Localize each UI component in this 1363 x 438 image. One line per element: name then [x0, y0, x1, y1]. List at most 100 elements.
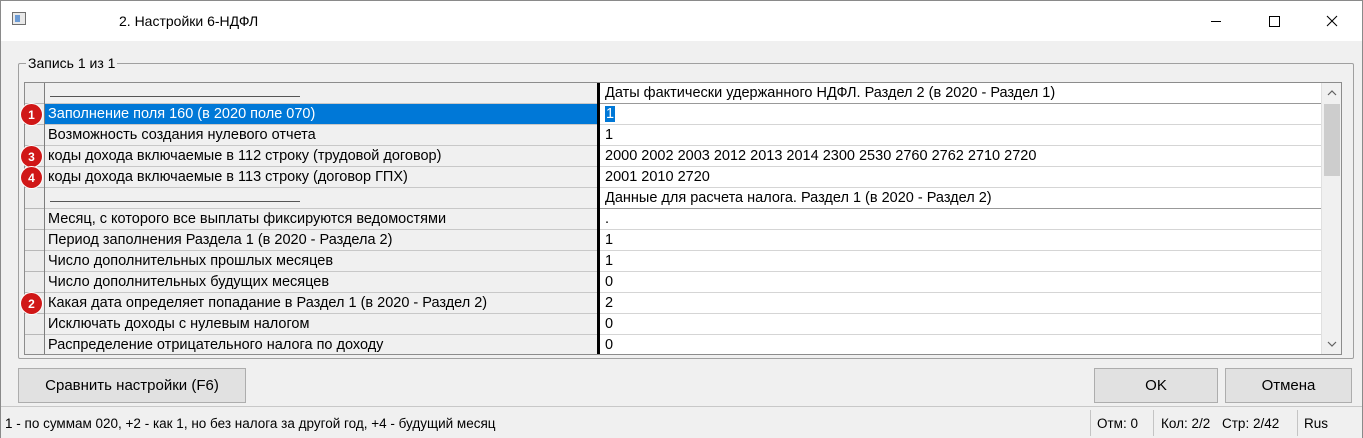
column-separator[interactable] — [597, 83, 600, 354]
minimize-icon — [1211, 21, 1221, 22]
row-header-cell[interactable] — [25, 251, 44, 272]
close-icon — [1326, 15, 1338, 27]
setting-value: 0 — [605, 337, 614, 353]
section-title: Даты фактически удержанного НДФЛ. Раздел… — [605, 85, 1056, 101]
setting-label: коды дохода включаемые в 113 строку (дог… — [48, 169, 408, 185]
section-title-cell[interactable]: Даты фактически удержанного НДФЛ. Раздел… — [598, 83, 1321, 104]
scrollbar-thumb[interactable] — [1324, 104, 1340, 176]
grid-row[interactable]: Исключать доходы с нулевым налогом 0 — [45, 314, 1321, 335]
title-bar[interactable]: 2. Настройки 6-НДФЛ — [1, 1, 1362, 41]
section-title-cell[interactable]: Данные для расчета налога. Раздел 1 (в 2… — [598, 188, 1321, 209]
setting-value-cell[interactable]: 2001 2010 2720 — [598, 167, 1321, 188]
section-divider-line — [50, 201, 300, 202]
setting-value-cell[interactable]: 0 — [598, 335, 1321, 354]
setting-value-cell[interactable]: 1 — [598, 125, 1321, 146]
grid-row[interactable]: Число дополнительных будущих месяцев 0 — [45, 272, 1321, 293]
minimize-button[interactable] — [1187, 1, 1245, 41]
grid-section-header-row[interactable]: Данные для расчета налога. Раздел 1 (в 2… — [45, 188, 1321, 209]
setting-label-cell[interactable]: Распределение отрицательного налога по д… — [45, 335, 597, 354]
app-icon[interactable] — [12, 12, 26, 25]
maximize-icon — [1269, 16, 1280, 27]
row-header-cell[interactable] — [25, 314, 44, 335]
status-bar: 1 - по суммам 020, +2 - как 1, но без на… — [1, 406, 1362, 438]
section-title: Данные для расчета налога. Раздел 1 (в 2… — [605, 190, 992, 206]
setting-label-cell[interactable]: Число дополнительных будущих месяцев — [45, 272, 597, 293]
setting-label: коды дохода включаемые в 112 строку (тру… — [48, 148, 442, 164]
setting-label-cell[interactable] — [45, 83, 597, 104]
setting-label-cell[interactable]: Возможность создания нулевого отчета — [45, 125, 597, 146]
annotation-marker: 3 — [21, 146, 42, 167]
scroll-down-button[interactable] — [1322, 335, 1341, 353]
grid-row[interactable]: коды дохода включаемые в 113 строку (дог… — [45, 167, 1321, 188]
setting-label-cell[interactable]: Исключать доходы с нулевым налогом — [45, 314, 597, 335]
setting-value: . — [605, 211, 610, 227]
status-marked: Отм: 0 — [1097, 415, 1138, 431]
setting-label-cell[interactable]: Месяц, с которого все выплаты фиксируютс… — [45, 209, 597, 230]
annotation-marker: 4 — [21, 167, 42, 188]
scroll-up-button[interactable] — [1322, 84, 1341, 102]
setting-value: 1 — [605, 253, 614, 269]
row-header-cell[interactable] — [25, 230, 44, 251]
settings-window: 2. Настройки 6-НДФЛ Запись 1 из 1 Даты ф… — [0, 0, 1363, 438]
setting-label-cell[interactable]: Заполнение поля 160 (в 2020 поле 070) — [45, 104, 597, 125]
close-button[interactable] — [1303, 1, 1361, 41]
status-row: Стр: 2/42 — [1222, 415, 1280, 431]
status-column: Кол: 2/2 — [1161, 415, 1211, 431]
section-divider-line — [50, 96, 300, 97]
row-header-cell[interactable] — [25, 188, 44, 209]
settings-grid[interactable]: Даты фактически удержанного НДФЛ. Раздел… — [24, 82, 1342, 355]
row-header-cell[interactable] — [25, 272, 44, 293]
setting-value: 1 — [605, 232, 614, 248]
setting-label-cell[interactable]: Число дополнительных прошлых месяцев — [45, 251, 597, 272]
row-header-cell[interactable] — [25, 335, 44, 354]
row-header-cell[interactable] — [25, 125, 44, 146]
setting-value-cell[interactable]: 2 — [598, 293, 1321, 314]
setting-label: Число дополнительных прошлых месяцев — [48, 253, 334, 269]
setting-value: 0 — [605, 316, 614, 332]
vertical-scrollbar[interactable] — [1321, 83, 1341, 354]
row-header-cell[interactable] — [25, 83, 44, 104]
grid-row[interactable]: Возможность создания нулевого отчета 1 — [45, 125, 1321, 146]
setting-label-cell[interactable]: Какая дата определяет попадание в Раздел… — [45, 293, 597, 314]
setting-value: 2000 2002 2003 2012 2013 2014 2300 2530 … — [605, 148, 1037, 164]
annotation-marker: 1 — [21, 104, 42, 125]
setting-label-cell[interactable]: Период заполнения Раздела 1 (в 2020 - Ра… — [45, 230, 597, 251]
window-title: 2. Настройки 6-НДФЛ — [119, 13, 259, 29]
compare-settings-button[interactable]: Сравнить настройки (F6) — [18, 368, 246, 403]
setting-label: Число дополнительных будущих месяцев — [48, 274, 330, 290]
setting-value-cell[interactable]: 1 — [598, 230, 1321, 251]
annotation-marker: 2 — [21, 293, 42, 314]
setting-value: 2001 2010 2720 — [605, 169, 710, 185]
grid-row[interactable]: Период заполнения Раздела 1 (в 2020 - Ра… — [45, 230, 1321, 251]
setting-label: Период заполнения Раздела 1 (в 2020 - Ра… — [48, 232, 393, 248]
setting-label: Какая дата определяет попадание в Раздел… — [48, 295, 488, 311]
grid-row[interactable]: Число дополнительных прошлых месяцев 1 — [45, 251, 1321, 272]
setting-value-cell[interactable]: 0 — [598, 314, 1321, 335]
setting-label-cell[interactable] — [45, 188, 597, 209]
record-counter: Запись 1 из 1 — [26, 55, 118, 71]
setting-value-cell[interactable]: . — [598, 209, 1321, 230]
setting-value-cell[interactable]: 1 — [598, 104, 1321, 125]
row-header-cell[interactable] — [25, 209, 44, 230]
grid-row[interactable]: Заполнение поля 160 (в 2020 поле 070) 1 — [45, 104, 1321, 125]
setting-value-editing: 1 — [605, 106, 616, 122]
maximize-button[interactable] — [1245, 1, 1303, 41]
setting-label: Заполнение поля 160 (в 2020 поле 070) — [48, 106, 316, 122]
setting-label-cell[interactable]: коды дохода включаемые в 113 строку (дог… — [45, 167, 597, 188]
setting-value-cell[interactable]: 1 — [598, 251, 1321, 272]
setting-label: Распределение отрицательного налога по д… — [48, 337, 384, 353]
grid-row[interactable]: коды дохода включаемые в 112 строку (тру… — [45, 146, 1321, 167]
ok-button[interactable]: OK — [1094, 368, 1218, 403]
cancel-button[interactable]: Отмена — [1225, 368, 1352, 403]
grid-row[interactable]: Месяц, с которого все выплаты фиксируютс… — [45, 209, 1321, 230]
setting-value: 2 — [605, 295, 614, 311]
setting-label-cell[interactable]: коды дохода включаемые в 112 строку (тру… — [45, 146, 597, 167]
setting-value-cell[interactable]: 0 — [598, 272, 1321, 293]
grid-section-header-row[interactable]: Даты фактически удержанного НДФЛ. Раздел… — [45, 83, 1321, 104]
chevron-up-icon — [1327, 90, 1337, 96]
setting-value: 0 — [605, 274, 614, 290]
grid-row[interactable]: Какая дата определяет попадание в Раздел… — [45, 293, 1321, 314]
grid-row[interactable]: Распределение отрицательного налога по д… — [45, 335, 1321, 354]
setting-value: 1 — [605, 127, 614, 143]
setting-value-cell[interactable]: 2000 2002 2003 2012 2013 2014 2300 2530 … — [598, 146, 1321, 167]
